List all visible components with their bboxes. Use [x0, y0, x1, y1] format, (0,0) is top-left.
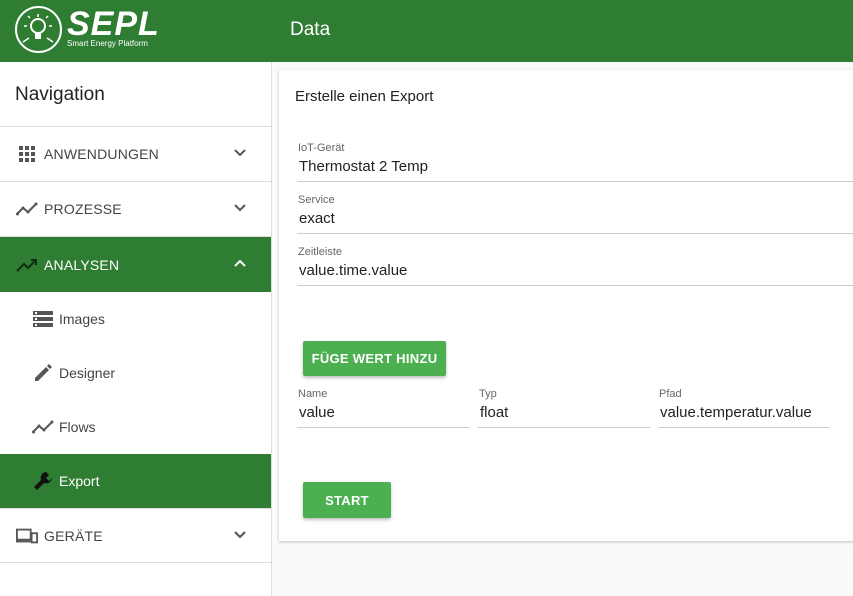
- storage-icon: [32, 308, 54, 330]
- sidebar-subitem-label: Designer: [59, 365, 116, 381]
- timeline-label: Zeitleiste: [298, 246, 343, 258]
- top-app-bar: SEPL Smart Energy Platform Data: [0, 0, 853, 62]
- sidebar-item-prozesse[interactable]: PROZESSE: [0, 182, 271, 237]
- chevron-up-icon: [231, 254, 249, 272]
- timeline-value[interactable]: value.time.value: [297, 258, 853, 286]
- sidebar-item-anwendungen[interactable]: ANWENDUNGEN: [0, 127, 271, 182]
- value-name-input[interactable]: value: [297, 400, 469, 428]
- sidebar-subitem-designer[interactable]: Designer: [0, 346, 271, 400]
- value-name-field[interactable]: Name value: [297, 388, 469, 428]
- wrench-icon: [32, 470, 54, 492]
- iot-device-label: IoT-Gerät: [298, 142, 345, 154]
- sidebar-subitem-label: Export: [59, 473, 100, 489]
- sidebar-subitem-label: Flows: [59, 419, 96, 435]
- service-field[interactable]: Service exact: [297, 194, 853, 234]
- sidebar: Navigation ANWENDUNGEN PROZESSE ANALYSEN: [0, 62, 272, 596]
- form-title: Erstelle einen Export: [295, 88, 434, 105]
- add-value-button[interactable]: FÜGE WERT HINZU: [303, 341, 446, 376]
- timeline-icon: [32, 416, 54, 438]
- chevron-down-icon: [231, 526, 249, 544]
- sidebar-subitem-flows[interactable]: Flows: [0, 400, 271, 454]
- value-path-label: Pfad: [659, 388, 682, 400]
- sidebar-item-label: PROZESSE: [44, 201, 122, 217]
- logo-title: SEPL: [67, 5, 160, 43]
- pencil-icon: [32, 362, 54, 384]
- apps-grid-icon: [16, 143, 38, 165]
- value-path-field[interactable]: Pfad value.temperatur.value: [658, 388, 830, 428]
- service-value[interactable]: exact: [297, 206, 853, 234]
- sidebar-item-label: ANWENDUNGEN: [44, 146, 159, 162]
- sidebar-subitem-label: Images: [59, 311, 105, 327]
- value-type-label: Typ: [479, 388, 497, 400]
- service-label: Service: [298, 194, 335, 206]
- iot-device-value[interactable]: Thermostat 2 Temp: [297, 154, 853, 182]
- sidebar-item-analysen[interactable]: ANALYSEN: [0, 237, 271, 292]
- sidebar-title: Navigation: [0, 62, 271, 127]
- value-type-field[interactable]: Typ float: [478, 388, 650, 428]
- logo-subtitle: Smart Energy Platform: [67, 39, 148, 48]
- devices-icon: [16, 525, 38, 547]
- chevron-down-icon: [231, 199, 249, 217]
- value-name-label: Name: [298, 388, 328, 400]
- trending-up-icon: [16, 254, 38, 276]
- value-path-input[interactable]: value.temperatur.value: [658, 400, 830, 428]
- lightbulb-logo-icon: [15, 6, 62, 53]
- chevron-down-icon: [231, 144, 249, 162]
- timeline-icon: [16, 198, 38, 220]
- sidebar-subitem-export[interactable]: Export: [0, 454, 271, 508]
- export-form-card: Erstelle einen Export IoT-Gerät Thermost…: [279, 70, 853, 541]
- sidebar-item-label: GERÄTE: [44, 527, 103, 544]
- sidebar-item-label: ANALYSEN: [44, 256, 120, 273]
- value-type-input[interactable]: float: [478, 400, 650, 428]
- iot-device-field[interactable]: IoT-Gerät Thermostat 2 Temp: [297, 142, 853, 182]
- start-button[interactable]: START: [303, 482, 391, 518]
- page-title: Data: [290, 19, 331, 40]
- sidebar-subitem-images[interactable]: Images: [0, 292, 271, 346]
- sepl-logo[interactable]: SEPL Smart Energy Platform: [15, 6, 165, 54]
- timeline-field[interactable]: Zeitleiste value.time.value: [297, 246, 853, 286]
- sidebar-item-geraete[interactable]: GERÄTE: [0, 508, 271, 563]
